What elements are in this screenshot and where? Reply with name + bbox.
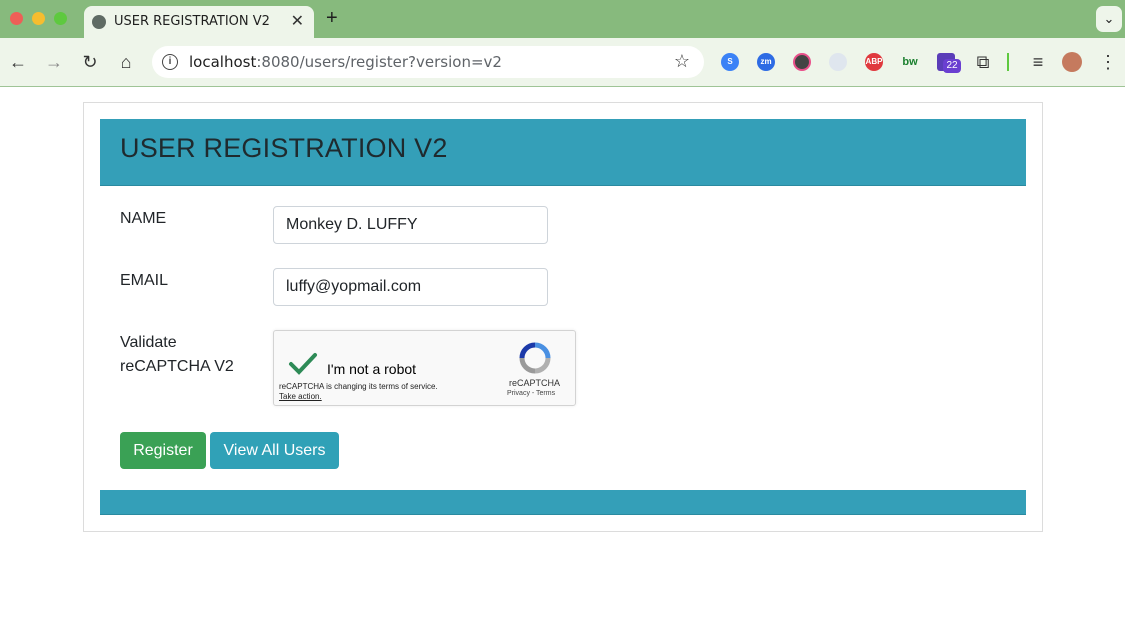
card-header: USER REGISTRATION V2 — [100, 119, 1026, 186]
profile-avatar[interactable] — [1062, 52, 1082, 72]
browser-toolbar: ← → ↻ ⌂ i localhost:8080/users/register?… — [0, 38, 1125, 87]
register-button[interactable]: Register — [120, 432, 206, 469]
extension-mascot-icon[interactable] — [829, 53, 847, 71]
close-tab-icon[interactable]: ✕ — [291, 11, 304, 31]
tab-title: USER REGISTRATION V2 — [114, 14, 270, 29]
extension-bw-icon[interactable]: bw — [901, 53, 919, 71]
email-field[interactable]: luffy@yopmail.com — [273, 268, 548, 306]
extension-color-icon[interactable] — [793, 53, 811, 71]
site-info-icon[interactable]: i — [162, 54, 178, 70]
name-field-value: Monkey D. LUFFY — [286, 216, 418, 233]
email-label: EMAIL — [120, 272, 169, 289]
close-window-button[interactable] — [10, 12, 23, 25]
captcha-label: Validate reCAPTCHA V2 — [120, 334, 234, 375]
name-field[interactable]: Monkey D. LUFFY — [273, 206, 548, 244]
recaptcha-logo-icon — [519, 342, 551, 374]
recaptcha-brand: reCAPTCHA — [509, 378, 561, 388]
captcha-take-action-link[interactable]: Take action. — [279, 392, 438, 402]
browser-menu-icon[interactable]: ⋮ — [1096, 50, 1120, 74]
view-all-users-button[interactable]: View All Users — [210, 432, 339, 469]
forward-icon[interactable]: → — [42, 50, 66, 74]
globe-icon — [92, 15, 106, 29]
url-text[interactable]: localhost:8080/users/register?version=v2 — [189, 53, 502, 71]
page-title: USER REGISTRATION V2 — [120, 133, 448, 163]
home-icon[interactable]: ⌂ — [114, 50, 138, 74]
extension-s-icon[interactable]: S — [721, 53, 739, 71]
captcha-checkbox-label: I'm not a robot — [327, 361, 417, 377]
address-bar[interactable]: i localhost:8080/users/register?version=… — [152, 46, 704, 78]
recaptcha-widget[interactable]: I'm not a robot reCAPTCHA is changing it… — [273, 330, 576, 406]
media-controls-icon[interactable]: ≡ — [1026, 50, 1050, 74]
toolbar-divider — [1007, 53, 1009, 71]
captcha-note: reCAPTCHA is changing its terms of servi… — [279, 382, 438, 402]
tab-search-button[interactable]: ⌄ — [1096, 6, 1122, 32]
checkmark-icon[interactable] — [288, 351, 318, 377]
card-footer — [100, 490, 1026, 515]
new-tab-button[interactable]: + — [326, 7, 338, 30]
reload-icon[interactable]: ↻ — [78, 50, 102, 74]
email-field-value: luffy@yopmail.com — [286, 278, 422, 295]
minimize-window-button[interactable] — [32, 12, 45, 25]
extension-zoom-icon[interactable]: zm — [757, 53, 775, 71]
extension-badge: 22 — [943, 59, 961, 73]
browser-tab[interactable]: USER REGISTRATION V2 ✕ — [84, 6, 314, 38]
name-label: NAME — [120, 210, 167, 227]
extensions-puzzle-icon[interactable]: ⧉ — [971, 50, 995, 74]
browser-tab-bar: USER REGISTRATION V2 ✕ + ⌄ — [0, 0, 1125, 38]
recaptcha-privacy-terms-link[interactable]: Privacy - Terms — [507, 390, 555, 397]
bookmark-star-icon[interactable]: ☆ — [674, 51, 690, 72]
back-icon[interactable]: ← — [6, 50, 30, 74]
extension-adblock-icon[interactable]: ABP — [865, 53, 883, 71]
maximize-window-button[interactable] — [54, 12, 67, 25]
